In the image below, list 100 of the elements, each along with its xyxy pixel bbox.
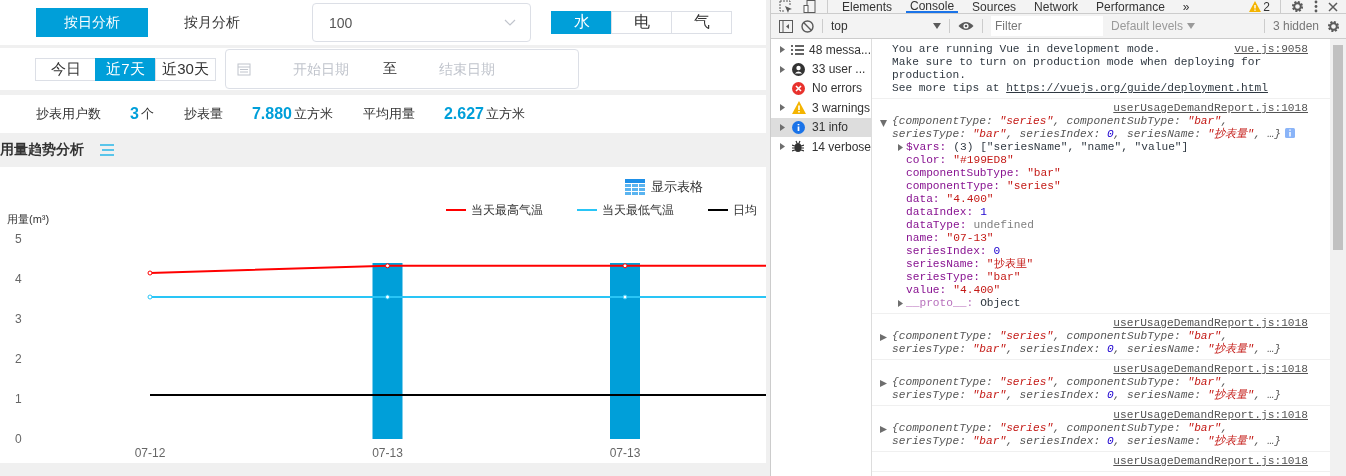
date-range-field[interactable]: 开始日期 至 结束日期: [225, 49, 579, 89]
legend-label[interactable]: 当天最低气温: [602, 201, 674, 219]
close-icon[interactable]: [1328, 1, 1338, 12]
property-value: 1: [980, 206, 987, 219]
user-icon: [792, 62, 805, 76]
data-point[interactable]: [385, 294, 390, 300]
expand-arrow-icon[interactable]: [898, 144, 903, 151]
analysis-tab[interactable]: 按月分析: [156, 8, 268, 37]
property-value: "4.400": [953, 284, 1001, 297]
more-options-icon[interactable]: [1314, 0, 1318, 13]
x-tick-label: 07-13: [609, 446, 641, 460]
chevron-down-icon: [504, 19, 516, 26]
data-point[interactable]: [147, 270, 153, 276]
settings-icon[interactable]: [1327, 19, 1340, 33]
data-point[interactable]: [622, 294, 628, 300]
bug-icon: [791, 140, 804, 154]
property-value: Object: [980, 297, 1021, 310]
message-filter-item[interactable]: 48 messa...: [771, 40, 871, 60]
y-tick-label: 4: [15, 272, 22, 286]
property-name: value:: [906, 284, 947, 297]
expand-arrow-icon[interactable]: [780, 104, 785, 112]
filter-field[interactable]: Filter: [991, 16, 1103, 36]
stat-value: 7.880: [251, 105, 292, 123]
y-tick-label: 2: [15, 352, 22, 366]
object-summary[interactable]: {componentType: "series", componentSubType: "bar", seriesType: "bar", seriesIndex: 0, seriesName: "抄表量", …}: [892, 376, 1308, 402]
expand-arrow-icon[interactable]: [780, 46, 785, 54]
url-link[interactable]: https://vuejs.org/guide/deployment.html: [1006, 82, 1268, 94]
more-tabs-button[interactable]: »: [1178, 0, 1194, 13]
range-tab[interactable]: 近30天: [155, 57, 216, 81]
devtools-tab[interactable]: Sources: [968, 0, 1021, 13]
message-filter-item[interactable]: 31 info: [771, 117, 871, 137]
message-filter-item[interactable]: 3 warnings: [771, 98, 871, 118]
expand-arrow-icon[interactable]: [880, 334, 887, 341]
stat-label: 平均用量: [362, 105, 415, 123]
data-point[interactable]: [385, 263, 390, 269]
property-name: dataIndex:: [906, 206, 974, 219]
y-tick-label: 5: [15, 232, 22, 246]
property-name: __proto__:: [906, 297, 974, 310]
energy-type-tab[interactable]: 气: [671, 11, 732, 34]
stat-value: 3: [130, 105, 139, 123]
message-filter-item[interactable]: 14 verbose: [771, 136, 871, 157]
expand-arrow-icon[interactable]: [780, 143, 785, 151]
property-value: "series": [1007, 180, 1061, 193]
eye-icon[interactable]: [958, 21, 974, 31]
expand-arrow-icon[interactable]: [880, 426, 887, 433]
devtools-tab[interactable]: Performance: [1092, 0, 1169, 13]
stat-unit: 立方米: [293, 105, 333, 123]
stat-unit: 个: [140, 105, 154, 123]
table-icon: [625, 178, 645, 196]
devtools-tab[interactable]: Network: [1030, 0, 1083, 13]
expand-arrow-icon[interactable]: [880, 120, 887, 127]
property-value: undefined: [973, 219, 1034, 232]
object-summary[interactable]: {componentType: "series", componentSubType: "bar", seriesType: "bar", seriesIndex: 0, seriesName: "抄表量", …}: [892, 115, 1308, 141]
message-filter-item[interactable]: No errors: [771, 78, 871, 99]
expand-arrow-icon[interactable]: [898, 300, 903, 307]
source-link[interactable]: userUsageDemandReport.js:1018: [1113, 409, 1308, 421]
stat-value: 2.627: [443, 105, 484, 123]
property-value: "07-13": [946, 232, 994, 245]
section-title: 用量趋势分析: [0, 141, 84, 159]
show-table-button[interactable]: 显示表格: [625, 177, 703, 197]
source-link[interactable]: vue.js:9058: [1234, 43, 1308, 56]
source-link[interactable]: userUsageDemandReport.js:1018: [1113, 455, 1308, 467]
legend-label[interactable]: 日均: [733, 201, 757, 219]
x-tick-label: 07-12: [134, 446, 166, 460]
warning-icon: [792, 101, 806, 115]
clear-console-icon[interactable]: [801, 19, 814, 33]
property-value: "bar": [986, 271, 1021, 284]
energy-type-tab[interactable]: 电: [611, 11, 672, 34]
meter-select[interactable]: 100: [312, 3, 531, 42]
expand-arrow-icon[interactable]: [780, 123, 785, 131]
source-link[interactable]: userUsageDemandReport.js:1018: [1113, 102, 1308, 114]
data-point[interactable]: [622, 263, 628, 269]
stat-label: 抄表用户数: [36, 105, 101, 123]
property-name: seriesName:: [906, 258, 980, 271]
dropdown-arrow-icon: [933, 23, 941, 29]
expand-arrow-icon[interactable]: [880, 380, 887, 387]
settings-icon[interactable]: [1291, 0, 1304, 13]
expand-arrow-icon[interactable]: [780, 65, 785, 73]
scrollbar-thumb[interactable]: [1333, 45, 1343, 250]
sidebar-toggle-icon[interactable]: [779, 19, 793, 33]
object-summary[interactable]: {componentType: "series", componentSubType: "bar", seriesType: "bar", seriesIndex: 0, seriesName: "抄表量", …}: [892, 422, 1308, 448]
message-filter-item[interactable]: 33 user ...: [771, 59, 871, 79]
dropdown-arrow-icon: [1187, 23, 1196, 29]
property-value: 0: [993, 245, 1001, 258]
source-link[interactable]: userUsageDemandReport.js:1018: [1113, 317, 1308, 329]
devtools-tab[interactable]: Elements: [838, 0, 897, 13]
object-summary[interactable]: {componentType: "series", componentSubType: "bar", seriesType: "bar", seriesIndex: 0, seriesName: "抄表量", …}: [892, 330, 1308, 356]
range-tab[interactable]: 今日: [35, 57, 96, 81]
warning-count[interactable]: 2: [1249, 0, 1270, 14]
legend-line: [446, 209, 466, 211]
hidden-count: 3 hidden: [1272, 19, 1319, 33]
legend-line: [708, 209, 728, 211]
start-date-input[interactable]: 开始日期: [269, 60, 373, 78]
legend-label[interactable]: 当天最高气温: [471, 201, 543, 219]
context-select[interactable]: top: [831, 19, 941, 33]
property-name: seriesIndex:: [906, 245, 987, 258]
device-icon[interactable]: [803, 0, 817, 13]
source-link[interactable]: userUsageDemandReport.js:1018: [1113, 363, 1308, 375]
end-date-input[interactable]: 结束日期: [415, 60, 519, 78]
inspect-icon[interactable]: [779, 0, 793, 13]
